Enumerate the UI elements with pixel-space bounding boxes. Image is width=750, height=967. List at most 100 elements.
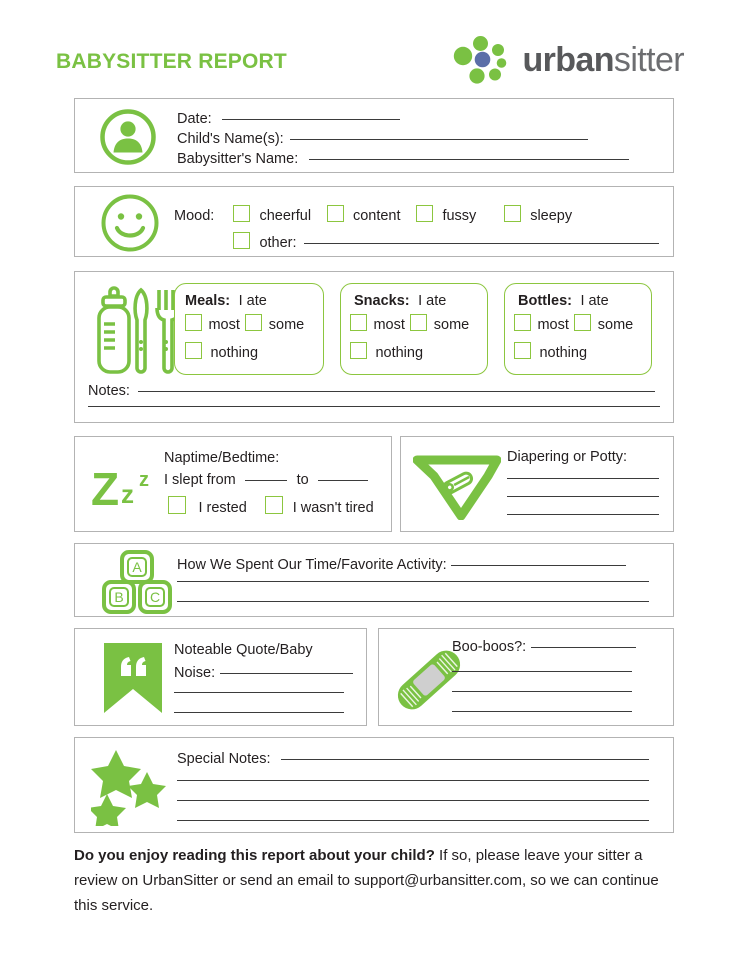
special-notes-title-row: Special Notes: bbox=[177, 750, 649, 768]
svg-text:C: C bbox=[150, 589, 160, 605]
meals-options-row-1: most some bbox=[185, 314, 304, 334]
naptime-slept-mid: to bbox=[296, 472, 309, 488]
naptime-checkbox-rested[interactable] bbox=[168, 496, 186, 514]
booboos-title-row: Boo-boos?: bbox=[452, 638, 636, 656]
snacks-checkbox-nothing[interactable] bbox=[350, 342, 367, 359]
bottles-title: Bottles: bbox=[518, 293, 572, 309]
meals-option-nothing-label: nothing bbox=[210, 345, 259, 361]
babysitter-report-page: BABYSITTER REPORT urbansitter Date: Chil… bbox=[0, 0, 750, 967]
activity-title-row: How We Spent Our Time/Favorite Activity: bbox=[177, 556, 627, 574]
booboos-input-line-4[interactable] bbox=[452, 711, 632, 712]
quote-title-line-1: Noteable Quote/Baby bbox=[174, 642, 313, 658]
mood-checkbox-other[interactable] bbox=[233, 232, 250, 249]
food-notes-label: Notes: bbox=[88, 383, 130, 399]
mood-checkbox-sleepy[interactable] bbox=[503, 205, 521, 222]
diapering-input-line-2[interactable] bbox=[507, 496, 659, 497]
activity-input-line-3[interactable] bbox=[177, 601, 649, 602]
field-children-input[interactable] bbox=[290, 139, 589, 140]
bottles-checkbox-some[interactable] bbox=[574, 314, 592, 331]
naptime-slept-prefix: I slept from bbox=[164, 472, 236, 488]
svg-text:A: A bbox=[132, 559, 142, 575]
snacks-checkbox-some[interactable] bbox=[410, 314, 428, 331]
bottles-checkbox-nothing[interactable] bbox=[514, 342, 531, 359]
field-children-row: Child's Name(s): bbox=[177, 130, 589, 148]
diapering-box: Diapering or Potty: bbox=[400, 436, 674, 532]
meals-checkbox-nothing[interactable] bbox=[185, 342, 202, 359]
activity-input-line-1[interactable] bbox=[451, 565, 627, 566]
special-notes-input-line-4[interactable] bbox=[177, 820, 649, 821]
footer-note: Do you enjoy reading this report about y… bbox=[74, 843, 674, 918]
diapering-input-line-3[interactable] bbox=[507, 514, 659, 515]
logo-word-light: sitter bbox=[613, 41, 685, 79]
svg-text:B: B bbox=[114, 589, 123, 605]
meals-option-most-label: most bbox=[208, 317, 240, 333]
mood-checkbox-cheerful[interactable] bbox=[233, 205, 250, 222]
mood-checkbox-fussy[interactable] bbox=[415, 205, 433, 222]
meals-checkbox-some[interactable] bbox=[245, 314, 263, 331]
snacks-option-most-label: most bbox=[373, 317, 405, 333]
food-box: Meals: I ate most some nothing Snacks: I… bbox=[74, 271, 674, 423]
diaper-icon bbox=[413, 454, 501, 520]
field-sitter-input[interactable] bbox=[308, 159, 629, 160]
bottles-options-row-2: nothing bbox=[514, 342, 587, 362]
naptime-title: Naptime/Bedtime: bbox=[164, 450, 280, 466]
mood-checkbox-content[interactable] bbox=[326, 205, 344, 222]
field-sitter-label: Babysitter's Name: bbox=[177, 151, 299, 167]
diapering-input-line-1[interactable] bbox=[507, 478, 659, 479]
snacks-options-row-2: nothing bbox=[350, 342, 423, 362]
snacks-option-some-label: some bbox=[433, 317, 470, 333]
snacks-suffix: I ate bbox=[418, 293, 447, 309]
mood-box: Mood: cheerful content fussy sleepy othe… bbox=[74, 186, 674, 257]
activity-title: How We Spent Our Time/Favorite Activity: bbox=[177, 557, 447, 573]
meals-option-some-label: some bbox=[268, 317, 305, 333]
booboos-box: Boo-boos?: bbox=[378, 628, 674, 726]
quote-input-line-1[interactable] bbox=[219, 673, 353, 674]
page-title: BABYSITTER REPORT bbox=[56, 50, 287, 73]
snacks-title-row: Snacks: I ate bbox=[354, 292, 446, 310]
meals-title: Meals: bbox=[185, 293, 231, 309]
snacks-options-row-1: most some bbox=[350, 314, 469, 334]
booboos-input-line-1[interactable] bbox=[530, 647, 636, 648]
naptime-check-rested-label: I rested bbox=[198, 500, 247, 516]
quote-title-line-2: Noise: bbox=[174, 665, 216, 681]
bottles-title-row: Bottles: I ate bbox=[518, 292, 609, 310]
naptime-box: Z z z Naptime/Bedtime: I slept from to I… bbox=[74, 436, 392, 532]
special-notes-title: Special Notes: bbox=[177, 751, 271, 767]
smiley-face-icon bbox=[100, 193, 160, 253]
meals-title-row: Meals: I ate bbox=[185, 292, 267, 310]
bottles-option-some-label: some bbox=[597, 317, 634, 333]
mood-option-cheerful-label: cheerful bbox=[259, 208, 312, 224]
bottle-utensils-icon bbox=[91, 284, 177, 380]
bottles-checkbox-most[interactable] bbox=[514, 314, 531, 331]
urbansitter-logo: urbansitter bbox=[453, 36, 685, 84]
quote-title-line-2-row: Noise: bbox=[174, 664, 353, 682]
snacks-option-nothing-label: nothing bbox=[375, 345, 424, 361]
mood-other-input[interactable] bbox=[304, 243, 659, 244]
meals-checkbox-most[interactable] bbox=[185, 314, 202, 331]
special-notes-box: Special Notes: bbox=[74, 737, 674, 833]
food-notes-input-line-1[interactable] bbox=[138, 391, 656, 392]
svg-text:z: z bbox=[139, 469, 149, 491]
field-sitter-row: Babysitter's Name: bbox=[177, 150, 629, 168]
quote-box: Noteable Quote/Baby Noise: bbox=[74, 628, 367, 726]
naptime-to-input[interactable] bbox=[318, 480, 369, 481]
booboos-input-line-2[interactable] bbox=[452, 671, 632, 672]
booboos-input-line-3[interactable] bbox=[452, 691, 632, 692]
special-notes-input-line-2[interactable] bbox=[177, 780, 649, 781]
special-notes-input-line-1[interactable] bbox=[280, 759, 649, 760]
activity-input-line-2[interactable] bbox=[177, 581, 649, 582]
mood-other-row: other: bbox=[233, 232, 659, 252]
mood-options-row: cheerful content fussy sleepy bbox=[233, 205, 572, 225]
field-date-input[interactable] bbox=[222, 119, 401, 120]
quote-input-line-2[interactable] bbox=[174, 692, 344, 693]
quote-input-line-3[interactable] bbox=[174, 712, 344, 713]
food-notes-input-line-2[interactable] bbox=[88, 406, 660, 407]
special-notes-input-line-3[interactable] bbox=[177, 800, 649, 801]
naptime-from-input[interactable] bbox=[245, 480, 288, 481]
zzz-sleep-icon: Z z z bbox=[89, 453, 167, 515]
snacks-group: Snacks: I ate most some nothing bbox=[340, 283, 488, 375]
naptime-checkbox-not-tired[interactable] bbox=[265, 496, 284, 514]
field-date-label: Date: bbox=[177, 111, 212, 127]
snacks-title: Snacks: bbox=[354, 293, 410, 309]
snacks-checkbox-most[interactable] bbox=[350, 314, 367, 331]
